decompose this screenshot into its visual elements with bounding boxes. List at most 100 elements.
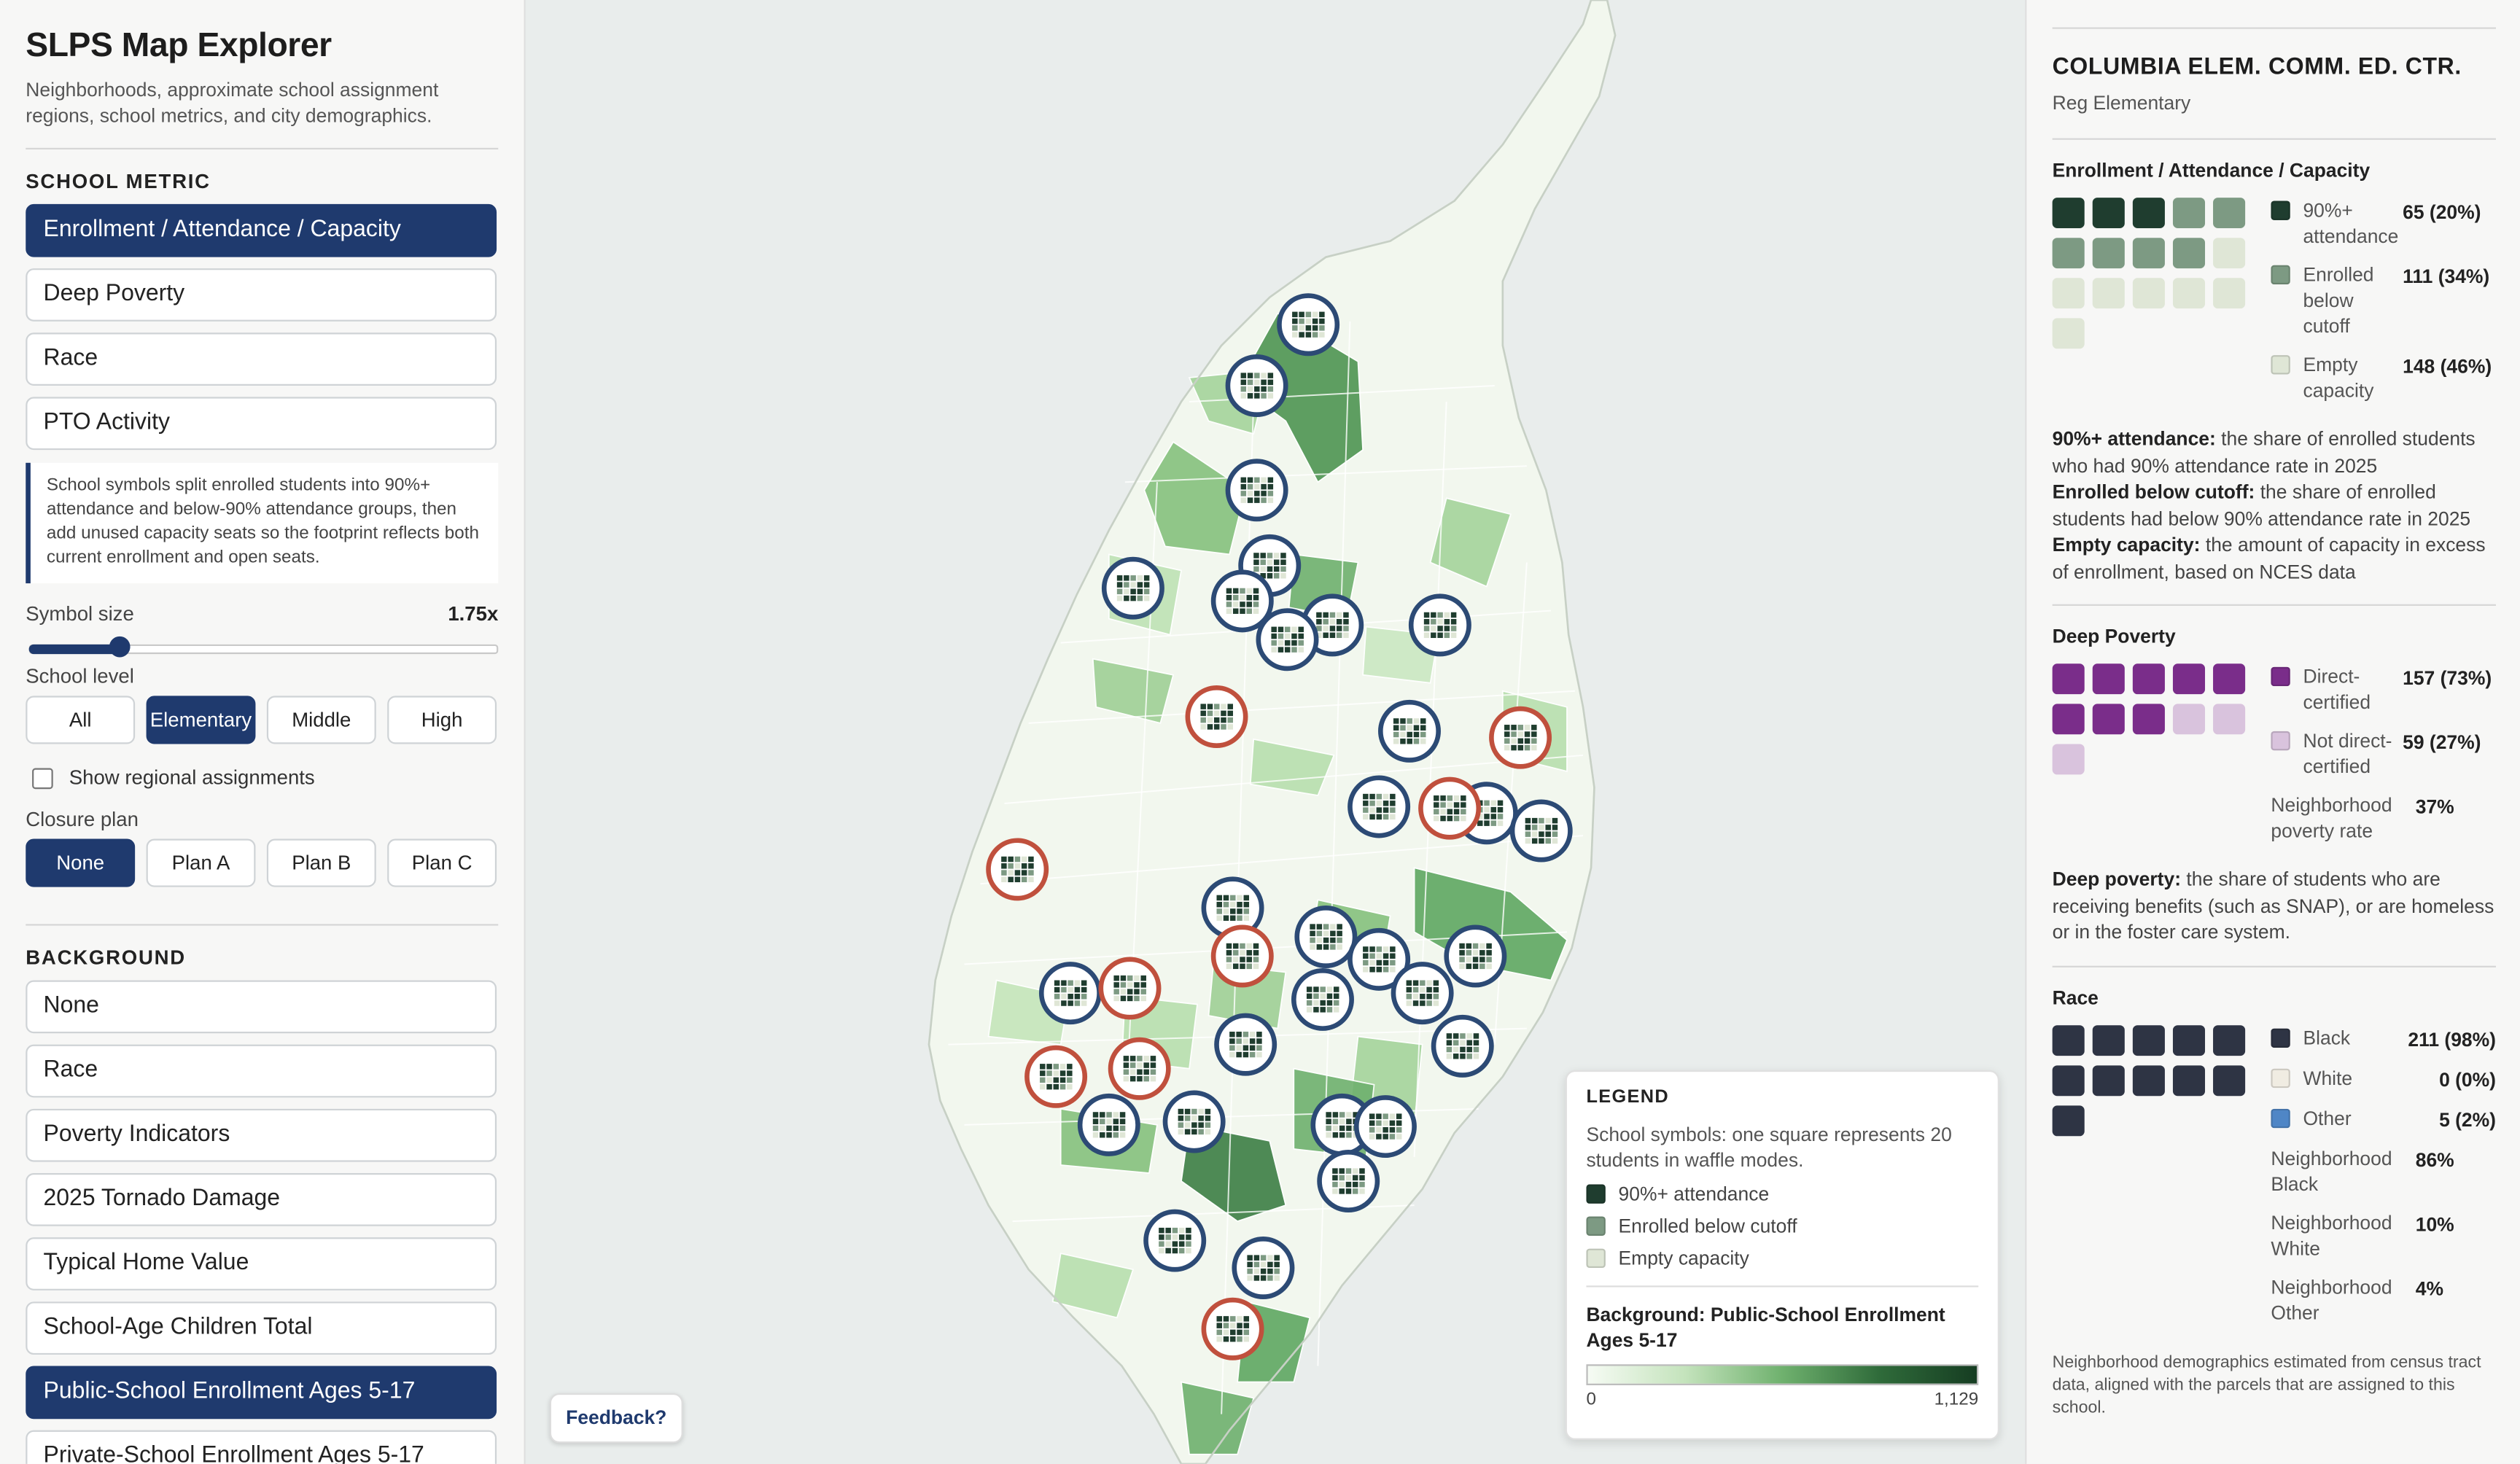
background-option-private-school-enrollment-ages-5-17[interactable]: Private-School Enrollment Ages 5-17 bbox=[26, 1430, 497, 1464]
school-symbol[interactable] bbox=[1444, 924, 1507, 988]
school-symbol-ring[interactable] bbox=[1108, 1037, 1171, 1100]
school-waffle-square bbox=[1247, 379, 1253, 386]
enrollment-waffle-square bbox=[2052, 318, 2085, 349]
school-waffle-square bbox=[1316, 937, 1323, 943]
school-symbol-ring[interactable] bbox=[1353, 1095, 1417, 1159]
school-symbol[interactable] bbox=[1509, 799, 1573, 863]
school-symbol[interactable] bbox=[1256, 608, 1319, 671]
school-symbol-ring[interactable] bbox=[1077, 1093, 1140, 1156]
school-waffle-square bbox=[1376, 946, 1382, 952]
school-symbol[interactable] bbox=[1291, 967, 1354, 1031]
level-option-middle[interactable]: Middle bbox=[266, 696, 376, 744]
plan-option-plan-b[interactable]: Plan B bbox=[266, 838, 376, 887]
school-symbol-ring[interactable] bbox=[1431, 1014, 1494, 1078]
school-waffle-square bbox=[1140, 989, 1146, 994]
school-symbol[interactable] bbox=[1418, 776, 1482, 840]
school-symbol-ring[interactable] bbox=[1489, 706, 1552, 769]
divider bbox=[2052, 27, 2496, 29]
school-symbol-ring[interactable] bbox=[1291, 967, 1354, 1031]
school-symbol[interactable] bbox=[1317, 1150, 1380, 1212]
regional-assignments-checkbox[interactable] bbox=[32, 767, 53, 789]
school-symbol-ring[interactable] bbox=[1038, 962, 1102, 1025]
school-symbol[interactable] bbox=[1098, 957, 1162, 1020]
school-symbol[interactable] bbox=[1108, 1037, 1171, 1100]
school-symbol-ring[interactable] bbox=[1378, 699, 1441, 763]
school-symbol-ring[interactable] bbox=[1162, 1090, 1226, 1153]
plan-option-none[interactable]: None bbox=[26, 838, 136, 887]
school-symbol-ring[interactable] bbox=[1185, 685, 1248, 749]
school-symbol-ring[interactable] bbox=[1232, 1237, 1295, 1300]
school-symbol-ring[interactable] bbox=[986, 838, 1049, 901]
school-symbol[interactable] bbox=[1225, 459, 1288, 522]
level-option-all[interactable]: All bbox=[26, 696, 136, 744]
school-symbol[interactable] bbox=[1201, 1297, 1264, 1360]
school-symbol[interactable] bbox=[1353, 1095, 1417, 1159]
plan-option-plan-c[interactable]: Plan C bbox=[387, 838, 497, 887]
school-symbol[interactable] bbox=[1024, 1045, 1088, 1108]
background-option-school-age-children-total[interactable]: School-Age Children Total bbox=[26, 1301, 497, 1355]
school-symbol-ring[interactable] bbox=[1408, 593, 1471, 657]
feedback-button[interactable]: Feedback? bbox=[549, 1393, 683, 1444]
metric-option-deep-poverty[interactable]: Deep Poverty bbox=[26, 268, 497, 322]
school-waffle-square bbox=[1113, 995, 1119, 1002]
school-symbol[interactable] bbox=[1143, 1209, 1207, 1272]
school-symbol-ring[interactable] bbox=[1101, 556, 1164, 620]
school-symbol-ring[interactable] bbox=[1098, 957, 1162, 1020]
symbol-size-slider[interactable] bbox=[26, 635, 499, 658]
background-option-typical-home-value[interactable]: Typical Home Value bbox=[26, 1237, 497, 1290]
school-symbol[interactable] bbox=[1185, 685, 1248, 749]
metric-option-pto-activity[interactable]: PTO Activity bbox=[26, 397, 497, 451]
closure-plan-toggle: None Plan A Plan B Plan C bbox=[26, 838, 498, 887]
level-option-high[interactable]: High bbox=[387, 696, 497, 744]
school-symbol[interactable] bbox=[1408, 593, 1471, 657]
school-symbol-ring[interactable] bbox=[1391, 962, 1454, 1025]
school-symbol[interactable] bbox=[1489, 706, 1552, 769]
school-symbol[interactable] bbox=[986, 838, 1049, 901]
school-symbol-ring[interactable] bbox=[1024, 1045, 1088, 1108]
metric-option-race[interactable]: Race bbox=[26, 332, 497, 386]
school-symbol[interactable] bbox=[1232, 1237, 1295, 1300]
school-symbol-ring[interactable] bbox=[1418, 776, 1482, 840]
school-symbol[interactable] bbox=[1038, 962, 1102, 1025]
school-symbol[interactable] bbox=[1431, 1014, 1494, 1078]
school-symbol-ring[interactable] bbox=[1317, 1150, 1380, 1212]
school-symbol[interactable] bbox=[1210, 924, 1274, 988]
poverty-note-term: Deep poverty: bbox=[2052, 868, 2182, 891]
school-symbol[interactable] bbox=[1101, 556, 1164, 620]
plan-option-plan-a[interactable]: Plan A bbox=[146, 838, 256, 887]
slider-thumb[interactable] bbox=[109, 636, 131, 658]
school-waffle-square bbox=[1472, 943, 1479, 949]
school-symbol[interactable] bbox=[1077, 1093, 1140, 1156]
school-symbol-ring[interactable] bbox=[1444, 924, 1507, 988]
school-symbol[interactable] bbox=[1214, 1013, 1278, 1076]
metric-option-enrollment-attendance-capacity[interactable]: Enrollment / Attendance / Capacity bbox=[26, 203, 497, 257]
school-symbol[interactable] bbox=[1162, 1090, 1226, 1153]
school-symbol-ring[interactable] bbox=[1509, 799, 1573, 863]
school-symbol[interactable] bbox=[1391, 962, 1454, 1025]
school-symbol-ring[interactable] bbox=[1294, 906, 1358, 968]
school-symbol-ring[interactable] bbox=[1348, 775, 1411, 838]
background-option-race[interactable]: Race bbox=[26, 1044, 497, 1098]
school-symbol-ring[interactable] bbox=[1214, 1013, 1278, 1076]
school-symbol-ring[interactable] bbox=[1225, 459, 1288, 522]
school-symbol-ring[interactable] bbox=[1210, 924, 1274, 988]
school-symbol-ring[interactable] bbox=[1277, 293, 1340, 357]
school-waffle-square bbox=[1407, 725, 1412, 731]
background-option-none[interactable]: None bbox=[26, 980, 497, 1034]
school-symbol-ring[interactable] bbox=[1143, 1209, 1207, 1272]
school-symbol[interactable] bbox=[1378, 699, 1441, 763]
poverty-waffle-square bbox=[2213, 704, 2246, 735]
school-symbol-ring[interactable] bbox=[1201, 1297, 1264, 1360]
regional-assignments-label: Show regional assignments bbox=[69, 766, 315, 790]
level-option-elementary[interactable]: Elementary bbox=[146, 696, 256, 744]
background-option-public-school-enrollment-ages-5-17[interactable]: Public-School Enrollment Ages 5-17 bbox=[26, 1366, 497, 1420]
regional-assignments-row[interactable]: Show regional assignments bbox=[26, 766, 498, 789]
school-symbol[interactable] bbox=[1277, 293, 1340, 357]
background-option-2025-tornado-damage[interactable]: 2025 Tornado Damage bbox=[26, 1172, 497, 1226]
school-symbol-ring[interactable] bbox=[1225, 354, 1288, 417]
school-symbol[interactable] bbox=[1348, 775, 1411, 838]
background-option-poverty-indicators[interactable]: Poverty Indicators bbox=[26, 1108, 497, 1162]
school-symbol-ring[interactable] bbox=[1256, 608, 1319, 671]
school-symbol[interactable] bbox=[1225, 354, 1288, 417]
school-symbol[interactable] bbox=[1294, 906, 1358, 968]
